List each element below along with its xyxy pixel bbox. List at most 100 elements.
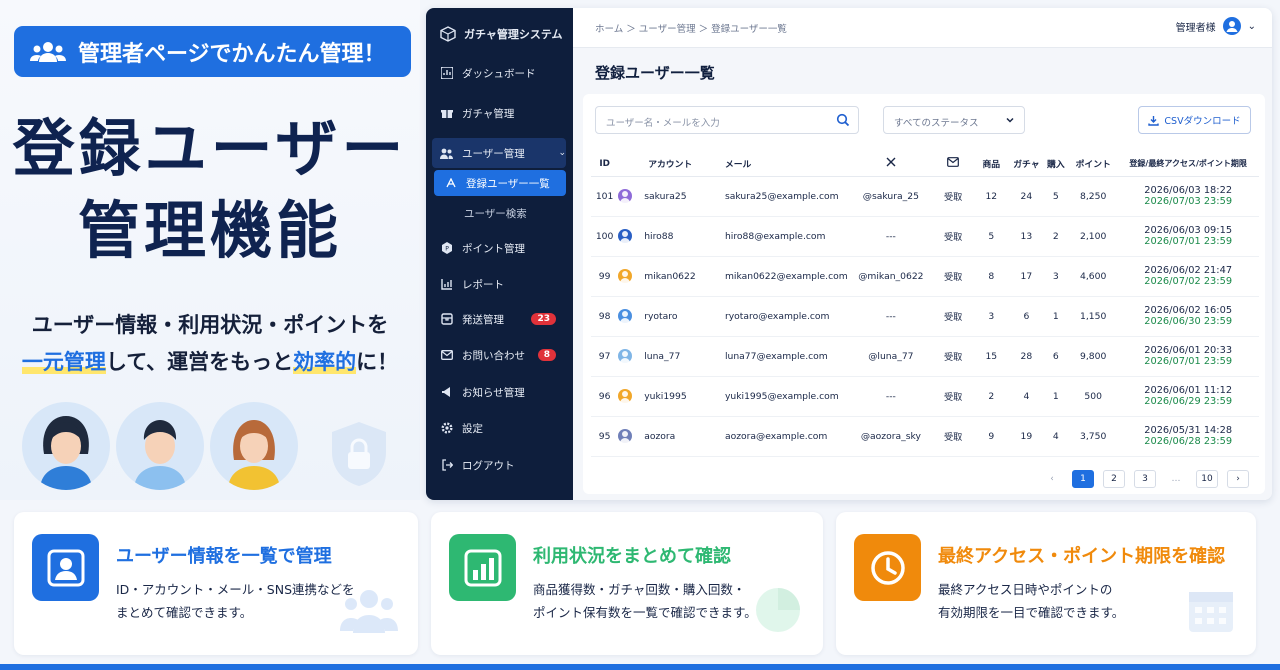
sidebar-item-report[interactable]: レポート — [440, 273, 566, 295]
sidebar-item-logout[interactable]: ログアウト — [440, 454, 566, 476]
dashboard-icon — [440, 67, 453, 80]
breadcrumb[interactable]: ホーム ＞ ユーザー管理 ＞ 登録ユーザー一覧 — [595, 21, 787, 35]
last-access: 2026/06/02 21:47 — [1144, 265, 1233, 276]
admin-app-window: ガチャ管理システム ダッシュボード ガチャ管理 ユーザー管理 ⌄ 登録ユーザー一… — [426, 8, 1272, 500]
header-account[interactable]: アカウント — [618, 152, 711, 177]
cell-x: --- — [847, 376, 935, 417]
point-expiry: 2026/06/29 23:59 — [1144, 396, 1233, 407]
user-avatar-icon — [618, 429, 633, 443]
download-icon — [1148, 115, 1160, 126]
table-row[interactable]: 101 sakura25 sakura25@example.com @sakura_2… — [591, 176, 1259, 217]
cell-id: 100 — [591, 216, 619, 257]
page-button[interactable]: 10 — [1196, 470, 1218, 488]
cell-purchase: 5 — [1042, 176, 1070, 217]
subtitle-middle: して、運営をもっと — [105, 350, 294, 374]
sidebar-item-user-management[interactable]: ユーザー管理 ⌄ — [440, 142, 566, 164]
next-page-button[interactable]: › — [1227, 470, 1249, 488]
csv-download-button[interactable]: CSVダウンロード — [1138, 106, 1251, 134]
table-row[interactable]: 97 luna_77 luna77@example.com @luna_77 受取 15 2… — [591, 336, 1259, 377]
cell-points: 500 — [1069, 376, 1118, 417]
sidebar-item-dashboard[interactable]: ダッシュボード — [440, 62, 566, 84]
feature-card-access: 最終アクセス・ポイント期限を確認 最終アクセス日時やポイントの 有効期限を一目で確… — [836, 512, 1256, 655]
feature-description: ID・アカウント・メール・SNS連携などを まとめて確認できます。 — [116, 578, 355, 624]
header-purchase[interactable]: 購入 — [1042, 152, 1070, 177]
table-row[interactable]: 95 aozora aozora@example.com @aozora_sky 受取 9… — [591, 416, 1259, 457]
cell-x: @mikan_0622 — [847, 256, 935, 297]
sidebar-item-gacha[interactable]: ガチャ管理 — [440, 102, 566, 124]
person-card-icon — [32, 534, 99, 601]
sidebar-item-user-list[interactable]: 登録ユーザー一覧 — [444, 172, 570, 194]
account-name[interactable]: hiro88 — [644, 231, 673, 242]
mail-icon — [947, 157, 960, 168]
header-points[interactable]: ポイント — [1069, 152, 1118, 177]
cell-id: 101 — [591, 176, 619, 217]
sidebar-item-points[interactable]: P ポイント管理 — [440, 237, 566, 259]
last-access: 2026/06/03 18:22 — [1144, 185, 1233, 196]
cell-access: 2026/06/02 16:05 2026/06/30 23:59 — [1117, 296, 1259, 337]
highlight-efficient: 効率的 — [293, 350, 357, 374]
sidebar-item-shipping[interactable]: 発送管理 23 — [440, 308, 566, 330]
subtitle-end: に！ — [356, 350, 399, 374]
header-items[interactable]: 商品 — [972, 152, 1011, 177]
cell-account: aozora — [618, 416, 711, 457]
account-name[interactable]: mikan0622 — [644, 271, 696, 282]
point-expiry: 2026/07/01 23:59 — [1144, 356, 1233, 367]
account-name[interactable]: luna_77 — [644, 351, 680, 362]
svg-text:P: P — [445, 246, 449, 253]
cell-account: yuki1995 — [618, 376, 711, 417]
search-icon[interactable] — [836, 113, 850, 127]
sidebar-item-settings[interactable]: 設定 — [440, 417, 566, 439]
header-id[interactable]: ID — [591, 152, 619, 177]
cell-mail: 受取 — [934, 216, 973, 257]
users-icon — [30, 39, 66, 65]
page-button[interactable]: 2 — [1103, 470, 1125, 488]
cell-points: 2,100 — [1069, 216, 1118, 257]
cell-id: 98 — [591, 296, 619, 337]
users-icon — [440, 147, 453, 160]
account-name[interactable]: aozora — [644, 431, 675, 442]
feature-desc-line: 有効期限を一目で確認できます。 — [938, 605, 1125, 620]
pie-chart-deco-icon — [756, 588, 800, 632]
sidebar-item-label: レポート — [462, 278, 504, 291]
sidebar-brand[interactable]: ガチャ管理システム — [440, 26, 563, 42]
sidebar-item-news[interactable]: お知らせ管理 — [440, 381, 566, 403]
pagination: ‹ 1 2 3 … 10 › — [1041, 470, 1249, 488]
user-avatar-icon — [1222, 17, 1241, 35]
cell-id: 96 — [591, 376, 619, 417]
chevron-down-icon — [1006, 117, 1014, 123]
page-ellipsis: … — [1165, 470, 1187, 488]
feature-desc-line: ポイント保有数を一覧で確認できます。 — [533, 605, 757, 620]
account-name[interactable]: sakura25 — [644, 191, 686, 202]
cell-x: @luna_77 — [847, 336, 935, 377]
cell-mail: 受取 — [934, 256, 973, 297]
sidebar-item-inquiry[interactable]: お問い合わせ 8 — [440, 344, 566, 366]
table-row[interactable]: 99 mikan0622 mikan0622@example.com @mikan_0… — [591, 256, 1259, 297]
point-expiry: 2026/06/28 23:59 — [1144, 436, 1233, 447]
user-avatar-icon — [618, 389, 633, 403]
cell-items: 2 — [972, 376, 1011, 417]
account-name[interactable]: yuki1995 — [644, 391, 687, 402]
list-icon — [444, 177, 457, 190]
table-row[interactable]: 96 yuki1995 yuki1995@example.com --- 受取 2 4 1 50… — [591, 376, 1259, 417]
user-name: 管理者様 — [1175, 22, 1216, 34]
prev-page-button[interactable]: ‹ — [1041, 470, 1063, 488]
header-access[interactable]: 登録/最終アクセス/ポイント期限 — [1117, 152, 1259, 177]
sidebar-item-label: 発送管理 — [462, 313, 504, 326]
account-name[interactable]: ryotaro — [644, 311, 677, 322]
cell-id: 97 — [591, 336, 619, 377]
search-input[interactable]: ユーザー名・メールを入力 — [595, 106, 859, 134]
cell-items: 9 — [972, 416, 1011, 457]
page-button[interactable]: 1 — [1072, 470, 1094, 488]
avatar-group — [22, 402, 298, 490]
header-gacha[interactable]: ガチャ — [1010, 152, 1043, 177]
user-menu[interactable]: 管理者様 ⌄ — [1176, 17, 1256, 35]
table-row[interactable]: 98 ryotaro ryotaro@example.com --- 受取 3 6 1 1,15… — [591, 296, 1259, 337]
table-row[interactable]: 100 hiro88 hiro88@example.com --- 受取 5 13 2 2,10… — [591, 216, 1259, 257]
status-select-value: すべてのステータス — [894, 118, 979, 129]
user-avatar-icon — [618, 229, 633, 243]
search-placeholder: ユーザー名・メールを入力 — [606, 118, 720, 129]
sidebar-item-user-search[interactable]: ユーザー検索 — [464, 202, 590, 224]
status-select[interactable]: すべてのステータス — [883, 106, 1025, 134]
page-button[interactable]: 3 — [1134, 470, 1156, 488]
header-email[interactable]: メール — [710, 152, 848, 177]
